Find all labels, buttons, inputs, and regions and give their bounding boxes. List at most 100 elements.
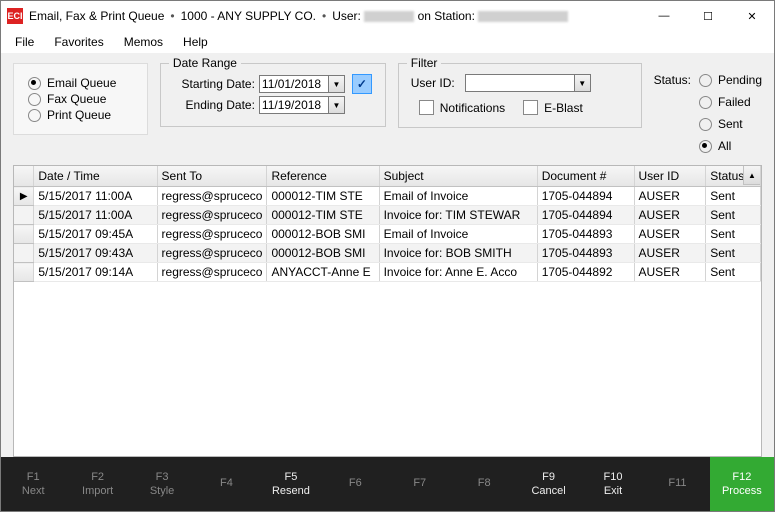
cell-status: Sent [706, 263, 761, 282]
start-date-input[interactable] [259, 75, 329, 93]
radio-icon [699, 96, 712, 109]
user-id-input[interactable] [465, 74, 575, 92]
maximize-button[interactable]: ☐ [686, 1, 730, 31]
user-value-blurred [364, 11, 414, 22]
row-indicator [14, 225, 34, 244]
menu-file[interactable]: File [7, 33, 42, 51]
status-group: Status: Pending Failed Sent [654, 63, 762, 155]
col-header-sent-to[interactable]: Sent To [157, 166, 267, 187]
row-indicator [14, 244, 34, 263]
filter-group: Filter User ID: ▼ Notifications E [398, 63, 642, 128]
cell-reference: 000012-TIM STE [267, 206, 379, 225]
fkey-code: F11 [668, 477, 686, 489]
table-row[interactable]: ▶5/15/2017 11:00Aregress@spruceco000012-… [14, 187, 761, 206]
radio-fax-queue[interactable]: Fax Queue [28, 92, 133, 106]
row-header-column [14, 166, 34, 187]
fkey-f7: F7 [388, 457, 452, 511]
close-button[interactable]: ✕ [730, 1, 774, 31]
menu-bar: File Favorites Memos Help [1, 31, 774, 53]
title-bar: ECI Email, Fax & Print Queue • 1000 - AN… [1, 1, 774, 31]
radio-icon [699, 140, 712, 153]
fkey-f10[interactable]: F10Exit [581, 457, 645, 511]
radio-status-all[interactable]: All [699, 139, 762, 153]
cell-subject: Email of Invoice [379, 187, 537, 206]
fkey-f5[interactable]: F5Resend [259, 457, 323, 511]
status-label: Status: [654, 71, 691, 155]
fkey-label: Process [722, 485, 762, 497]
start-date-dropdown[interactable]: ▼ [329, 75, 345, 93]
cell-document: 1705-044894 [537, 206, 634, 225]
col-header-reference[interactable]: Reference [267, 166, 379, 187]
fkey-f3: F3 Style [130, 457, 194, 511]
col-header-subject[interactable]: Subject [379, 166, 537, 187]
user-id-dropdown[interactable]: ▼ [575, 74, 591, 92]
fkey-label: Style [150, 485, 174, 497]
cell-document: 1705-044893 [537, 244, 634, 263]
apply-date-button[interactable]: ✓ [352, 74, 372, 94]
cell-datetime: 5/15/2017 09:14A [34, 263, 157, 282]
cell-user: AUSER [634, 263, 706, 282]
col-header-datetime[interactable]: Date / Time [34, 166, 157, 187]
scroll-up-icon[interactable]: ▲ [743, 166, 760, 185]
checkbox-label: Notifications [440, 101, 505, 115]
user-label: User: [332, 9, 361, 23]
user-id-label: User ID: [411, 76, 461, 90]
fkey-code: F7 [413, 477, 426, 489]
function-key-bar: F1NextF2ImportF3StyleF4F5ResendF6F7F8F9C… [1, 457, 774, 511]
menu-memos[interactable]: Memos [116, 33, 171, 51]
radio-label: All [718, 139, 731, 153]
col-header-document[interactable]: Document # [537, 166, 634, 187]
queue-selector: Email Queue Fax Queue Print Queue [13, 63, 148, 135]
fkey-code: F6 [349, 477, 362, 489]
window-title: Email, Fax & Print Queue [29, 9, 164, 23]
fkey-f12[interactable]: F12Process [710, 457, 774, 511]
cell-sent-to: regress@spruceco [157, 206, 267, 225]
fkey-code: F3 [156, 471, 169, 483]
cell-subject: Invoice for: TIM STEWAR [379, 206, 537, 225]
end-date-dropdown[interactable]: ▼ [329, 96, 345, 114]
minimize-button[interactable]: — [642, 1, 686, 31]
row-indicator [14, 263, 34, 282]
table-row[interactable]: 5/15/2017 09:45Aregress@spruceco000012-B… [14, 225, 761, 244]
cell-datetime: 5/15/2017 11:00A [34, 187, 157, 206]
radio-label: Fax Queue [47, 92, 106, 106]
notifications-checkbox[interactable]: Notifications [419, 100, 505, 115]
cell-subject: Email of Invoice [379, 225, 537, 244]
date-range-group: Date Range Starting Date: ▼ ✓ Ending Dat… [160, 63, 386, 127]
radio-print-queue[interactable]: Print Queue [28, 108, 133, 122]
table-row[interactable]: 5/15/2017 11:00Aregress@spruceco000012-T… [14, 206, 761, 225]
content-area: Email Queue Fax Queue Print Queue Date R… [1, 53, 774, 457]
end-date-input[interactable] [259, 96, 329, 114]
app-icon: ECI [7, 8, 23, 24]
end-date-label: Ending Date: [173, 98, 255, 112]
cell-subject: Invoice for: Anne E. Acco [379, 263, 537, 282]
radio-email-queue[interactable]: Email Queue [28, 76, 133, 90]
start-date-label: Starting Date: [173, 77, 255, 91]
row-indicator: ▶ [14, 187, 34, 206]
cell-user: AUSER [634, 206, 706, 225]
radio-icon [28, 93, 41, 106]
table-row[interactable]: 5/15/2017 09:43Aregress@spruceco000012-B… [14, 244, 761, 263]
fkey-f9[interactable]: F9Cancel [516, 457, 580, 511]
menu-help[interactable]: Help [175, 33, 216, 51]
table-row[interactable]: 5/15/2017 09:14Aregress@sprucecoANYACCT-… [14, 263, 761, 282]
radio-icon [28, 77, 41, 90]
radio-label: Sent [718, 117, 743, 131]
radio-status-pending[interactable]: Pending [699, 73, 762, 87]
cell-document: 1705-044893 [537, 225, 634, 244]
checkbox-icon [523, 100, 538, 115]
cell-sent-to: regress@spruceco [157, 263, 267, 282]
radio-label: Failed [718, 95, 751, 109]
cell-datetime: 5/15/2017 09:45A [34, 225, 157, 244]
menu-favorites[interactable]: Favorites [46, 33, 111, 51]
eblast-checkbox[interactable]: E-Blast [523, 100, 583, 115]
cell-reference: 000012-BOB SMI [267, 244, 379, 263]
radio-status-failed[interactable]: Failed [699, 95, 762, 109]
radio-status-sent[interactable]: Sent [699, 117, 762, 131]
data-grid[interactable]: Date / Time Sent To Reference Subject Do… [13, 165, 762, 457]
col-header-user[interactable]: User ID [634, 166, 706, 187]
fkey-code: F1 [27, 471, 40, 483]
fkey-f2: F2Import [65, 457, 129, 511]
fkey-label: Resend [272, 485, 310, 497]
cell-status: Sent [706, 244, 761, 263]
